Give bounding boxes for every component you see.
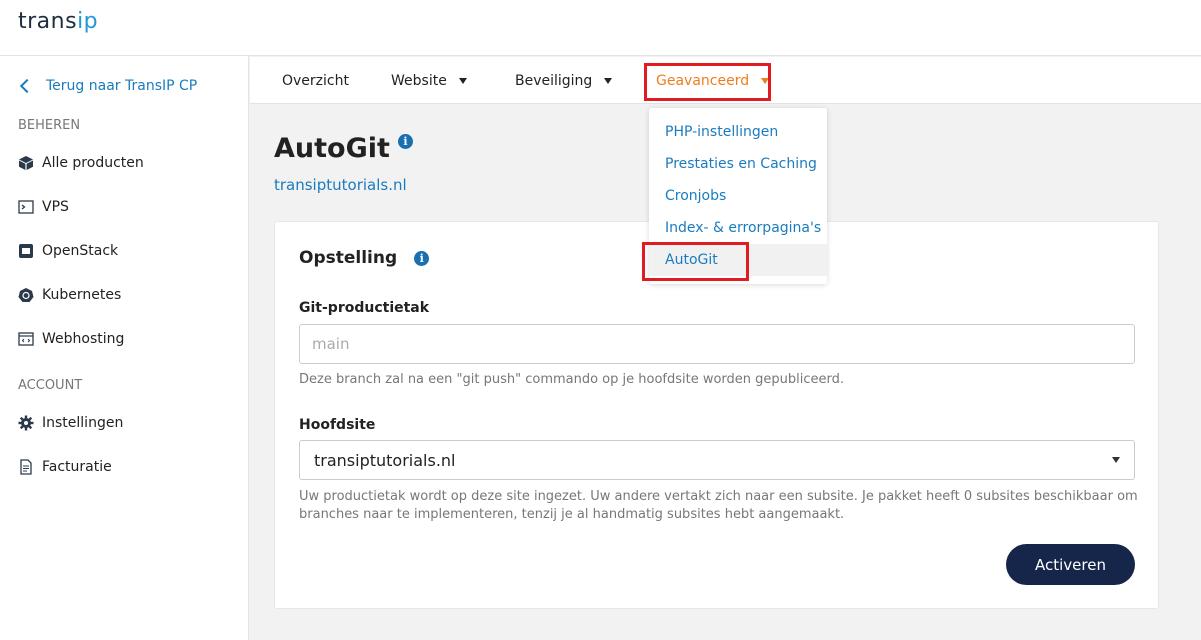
card-title: Opstelling i [299, 248, 430, 268]
menu-item-php-instellingen[interactable]: PHP-instellingen [665, 124, 778, 140]
sidebar-item-label: OpenStack [42, 243, 119, 259]
tab-website[interactable]: Website [391, 73, 467, 89]
tab-label: Overzicht [282, 73, 349, 89]
gear-icon [18, 415, 34, 431]
info-icon[interactable]: i [398, 134, 413, 149]
sidebar-item-label: Kubernetes [42, 287, 122, 303]
sidebar-item-label: Webhosting [42, 331, 125, 347]
logo-text-ip: ip [77, 9, 99, 34]
page-title: AutoGit [274, 133, 390, 164]
sidebar-item-label: Facturatie [42, 459, 112, 475]
main-site-select[interactable]: transiptutorials.nl [299, 440, 1135, 480]
menu-item-index-errorpaginas[interactable]: Index- & errorpagina's [665, 220, 821, 236]
sidebar-item-facturatie[interactable]: Facturatie [18, 459, 112, 475]
sidebar-item-label: Instellingen [42, 415, 124, 431]
invoice-icon [18, 459, 34, 475]
sidebar: Terug naar TransIP CP BEHEREN Alle produ… [0, 56, 249, 640]
section-label-beheren: BEHEREN [18, 118, 81, 133]
highlight-box-geavanceerd [644, 63, 771, 101]
menu-item-prestaties-caching[interactable]: Prestaties en Caching [665, 156, 817, 172]
tab-label: Website [391, 73, 447, 89]
info-icon[interactable]: i [414, 250, 430, 266]
code-window-icon [18, 331, 34, 347]
main-site-help-text: Uw productietak wordt op deze site ingez… [299, 489, 1138, 522]
tab-beveiliging[interactable]: Beveiliging [515, 73, 613, 89]
transip-logo[interactable]: transip [18, 9, 98, 34]
highlight-box-autogit [642, 242, 749, 281]
terminal-icon [18, 199, 34, 215]
sidebar-item-openstack[interactable]: OpenStack [18, 243, 118, 259]
branch-help-text: Deze branch zal na een "git push" comman… [299, 372, 845, 387]
sidebar-item-alle-producten[interactable]: Alle producten [18, 155, 144, 171]
branch-label: Git-productietak [299, 300, 430, 316]
page-title-text: AutoGit [274, 133, 390, 164]
sidebar-item-label: Alle producten [42, 155, 144, 171]
caret-down-icon [1112, 457, 1120, 463]
card-title-text: Opstelling [299, 248, 398, 268]
menu-item-cronjobs[interactable]: Cronjobs [665, 188, 726, 204]
sidebar-item-kubernetes[interactable]: Kubernetes [18, 287, 121, 303]
section-label-account: ACCOUNT [18, 378, 83, 393]
logo-text-trans: trans [18, 9, 78, 34]
caret-down-icon [458, 78, 467, 84]
activate-button[interactable]: Activeren [1006, 544, 1135, 585]
main-site-label: Hoofdsite [299, 417, 376, 433]
caret-down-icon [604, 78, 613, 84]
sidebar-item-label: VPS [42, 199, 69, 215]
tab-label: Beveiliging [515, 73, 593, 89]
back-link-label: Terug naar TransIP CP [46, 78, 198, 94]
domain-link[interactable]: transiptutorials.nl [274, 176, 407, 194]
tab-overzicht[interactable]: Overzicht [282, 73, 349, 89]
top-bar: transip [0, 0, 1201, 56]
back-to-cp-link[interactable]: Terug naar TransIP CP [18, 78, 197, 94]
server-icon [18, 243, 34, 259]
branch-input[interactable] [299, 324, 1135, 364]
sidebar-item-vps[interactable]: VPS [18, 199, 69, 215]
cube-icon [18, 155, 34, 171]
main-site-value: transiptutorials.nl [314, 450, 456, 470]
sidebar-item-webhosting[interactable]: Webhosting [18, 331, 124, 347]
helm-icon [18, 287, 34, 303]
sidebar-item-instellingen[interactable]: Instellingen [18, 415, 123, 431]
chevron-left-icon [19, 78, 35, 94]
